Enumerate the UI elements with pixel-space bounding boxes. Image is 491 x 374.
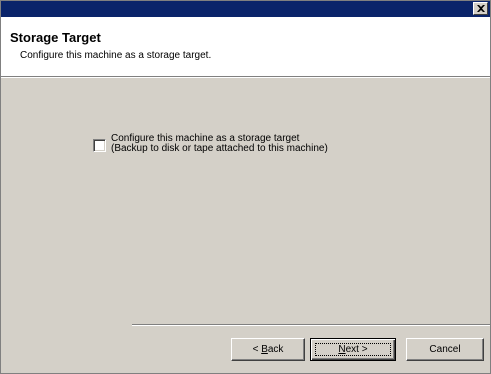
header-divider bbox=[1, 77, 490, 78]
cancel-button[interactable]: Cancel bbox=[406, 338, 484, 361]
close-icon bbox=[477, 5, 485, 12]
back-button-prefix: < bbox=[252, 344, 262, 355]
page-title: Storage Target bbox=[10, 30, 101, 45]
wizard-header: Storage Target Configure this machine as… bbox=[1, 17, 490, 77]
storage-target-option[interactable]: Configure this machine as a storage targ… bbox=[93, 134, 413, 164]
storage-target-checkbox[interactable] bbox=[93, 139, 106, 152]
close-button[interactable] bbox=[473, 2, 488, 15]
button-separator-highlight bbox=[132, 325, 490, 326]
next-button-rest: ext > bbox=[345, 344, 368, 355]
storage-target-label[interactable]: Configure this machine as a storage targ… bbox=[111, 134, 328, 154]
next-button[interactable]: Next > bbox=[310, 338, 396, 361]
wizard-dialog: Storage Target Configure this machine as… bbox=[0, 0, 491, 374]
next-button-mnemonic: N bbox=[338, 344, 346, 355]
back-button-rest: ack bbox=[267, 344, 284, 355]
page-subtitle: Configure this machine as a storage targ… bbox=[20, 50, 212, 61]
next-button-label: Next > bbox=[338, 344, 367, 355]
title-bar[interactable] bbox=[1, 1, 490, 17]
back-button-mnemonic: B bbox=[261, 344, 268, 355]
storage-target-label-line2: (Backup to disk or tape attached to this… bbox=[111, 143, 328, 154]
back-button[interactable]: < Back bbox=[231, 338, 305, 361]
